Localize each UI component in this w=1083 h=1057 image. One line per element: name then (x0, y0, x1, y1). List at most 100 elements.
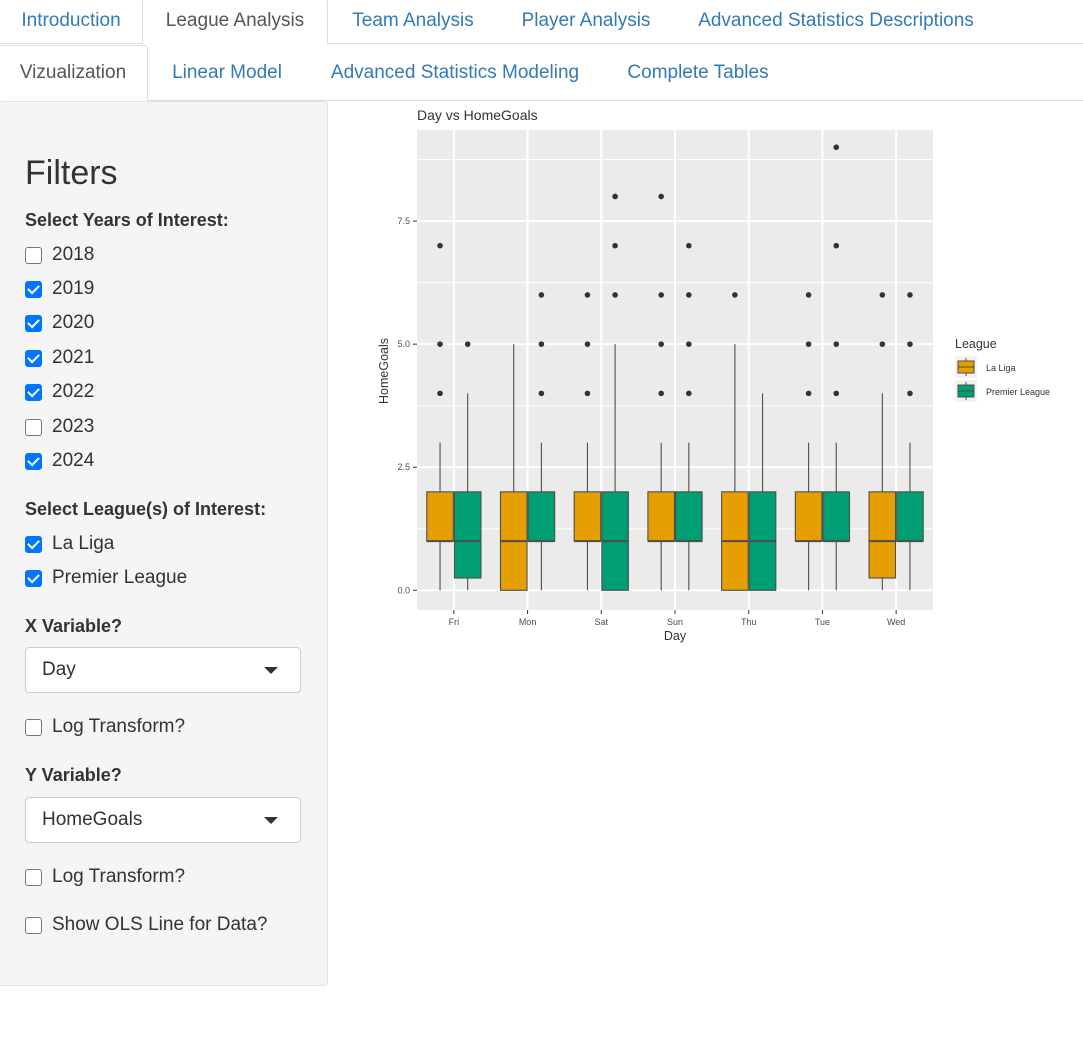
outlier-point (833, 390, 840, 397)
league-checkbox-la-liga[interactable]: La Liga (25, 532, 114, 556)
outlier-point (437, 390, 443, 397)
outlier-point (879, 292, 886, 298)
years-label: Select Years of Interest: (25, 210, 229, 230)
outlier-point (612, 193, 618, 200)
outlier-point (805, 341, 812, 347)
year-checkbox-2019[interactable]: 2019 (25, 277, 94, 301)
outlier-point (658, 390, 664, 397)
box-body (675, 491, 703, 542)
box-body (527, 491, 556, 542)
secondary-tab-bar: Vizualization Linear Model Advanced Stat… (0, 45, 1083, 101)
tab-league-analysis[interactable]: League Analysis (142, 0, 328, 44)
x-log-transform-checkbox[interactable]: Log Transform? (25, 715, 185, 739)
checkbox[interactable] (25, 246, 42, 264)
checkbox[interactable] (25, 418, 42, 436)
outlier-point (907, 390, 913, 397)
checkbox[interactable] (25, 452, 42, 470)
outlier-point (658, 193, 664, 200)
y-variable-select[interactable]: HomeGoals (25, 797, 301, 843)
tab-linear-model[interactable]: Linear Model (148, 45, 306, 100)
outlier-point (612, 242, 618, 249)
checkbox-label: 2019 (52, 278, 95, 299)
outlier-point (584, 390, 591, 397)
outlier-point (907, 341, 913, 347)
checkbox[interactable] (25, 569, 42, 587)
legend-label: Premier League (986, 387, 1050, 397)
year-checkbox-2021[interactable]: 2021 (25, 346, 94, 370)
legend-title: League (955, 337, 997, 351)
outlier-point (732, 292, 738, 298)
ols-line-checkbox[interactable]: Show OLS Line for Data? (25, 913, 267, 937)
caret-down-icon (264, 817, 278, 824)
tab-player-analysis[interactable]: Player Analysis (498, 0, 674, 43)
year-checkbox-2020[interactable]: 2020 (25, 311, 94, 335)
box-body (573, 491, 602, 542)
outlier-point (833, 144, 840, 151)
x-tick-label: Sun (667, 617, 683, 627)
outlier-point (686, 341, 692, 347)
x-tick-label: Tue (815, 617, 830, 627)
year-checkbox-2022[interactable]: 2022 (25, 380, 94, 404)
outlier-point (584, 292, 591, 298)
y-axis: 0.0 2.5 5.0 7.5 (397, 216, 417, 595)
year-checkbox-2018[interactable]: 2018 (25, 243, 94, 267)
box-body (426, 491, 454, 542)
tab-introduction[interactable]: Introduction (0, 0, 142, 43)
box-body (896, 491, 924, 542)
x-tick-label: Sat (595, 617, 609, 627)
checkbox-label: 2018 (52, 244, 95, 265)
checkbox[interactable] (25, 383, 42, 401)
tab-team-analysis[interactable]: Team Analysis (328, 0, 498, 43)
outlier-point (612, 292, 618, 298)
tab-complete-tables[interactable]: Complete Tables (604, 45, 792, 100)
x-variable-select[interactable]: Day (25, 647, 301, 693)
checkbox[interactable] (25, 718, 42, 736)
checkbox[interactable] (25, 916, 42, 934)
checkbox-label: Show OLS Line for Data? (52, 914, 268, 935)
tab-advanced-statistics-modeling[interactable]: Advanced Statistics Modeling (306, 45, 604, 100)
tab-advanced-statistics-descriptions[interactable]: Advanced Statistics Descriptions (674, 0, 998, 43)
legend-item: Premier League (955, 380, 1050, 402)
y-variable-value: HomeGoals (42, 809, 143, 830)
outlier-point (437, 242, 443, 249)
plot-area: Day vs HomeGoals 0.0 2.5 5.0 7.5 Fri Mon Sat S… (340, 101, 1083, 661)
year-checkbox-2023[interactable]: 2023 (25, 415, 94, 439)
outlier-point (833, 242, 840, 249)
y-tick-label: 5.0 (397, 339, 410, 349)
chart-title: Day vs HomeGoals (417, 107, 538, 123)
checkbox-label: Premier League (52, 567, 188, 588)
outlier-point (584, 341, 591, 347)
checkbox[interactable] (25, 314, 42, 332)
tab-vizualization[interactable]: Vizualization (0, 45, 148, 101)
checkbox[interactable] (25, 868, 42, 886)
year-checkbox-2024[interactable]: 2024 (25, 449, 94, 473)
checkbox-label: 2024 (52, 450, 95, 471)
checkbox[interactable] (25, 280, 42, 298)
legend: League La Liga Premier League (955, 337, 1050, 402)
x-tick-label: Thu (741, 617, 757, 627)
box-body (794, 491, 823, 542)
legend-label: La Liga (986, 363, 1016, 373)
outlier-point (833, 341, 840, 347)
legend-item: La Liga (955, 356, 1016, 378)
outlier-point (464, 341, 471, 347)
x-axis-label: Day (664, 629, 687, 643)
outlier-point (686, 292, 692, 298)
y-variable-label: Y Variable? (25, 765, 122, 785)
outlier-point (658, 292, 664, 298)
checkbox[interactable] (25, 349, 42, 367)
x-tick-label: Mon (519, 617, 537, 627)
x-variable-value: Day (42, 659, 76, 680)
x-variable-label: X Variable? (25, 616, 123, 636)
boxplot-chart: Day vs HomeGoals 0.0 2.5 5.0 7.5 Fri Mon Sat S… (377, 107, 1050, 643)
league-label: Select League(s) of Interest: (25, 499, 267, 519)
checkbox-label: 2022 (52, 381, 95, 402)
box-body (647, 491, 675, 542)
y-log-transform-checkbox[interactable]: Log Transform? (25, 865, 185, 889)
league-checkbox-premier-league[interactable]: Premier League (25, 566, 187, 590)
checkbox[interactable] (25, 535, 42, 553)
outlier-point (538, 341, 545, 347)
y-tick-label: 7.5 (397, 216, 410, 226)
outlier-point (538, 390, 545, 397)
y-tick-label: 0.0 (397, 585, 410, 595)
